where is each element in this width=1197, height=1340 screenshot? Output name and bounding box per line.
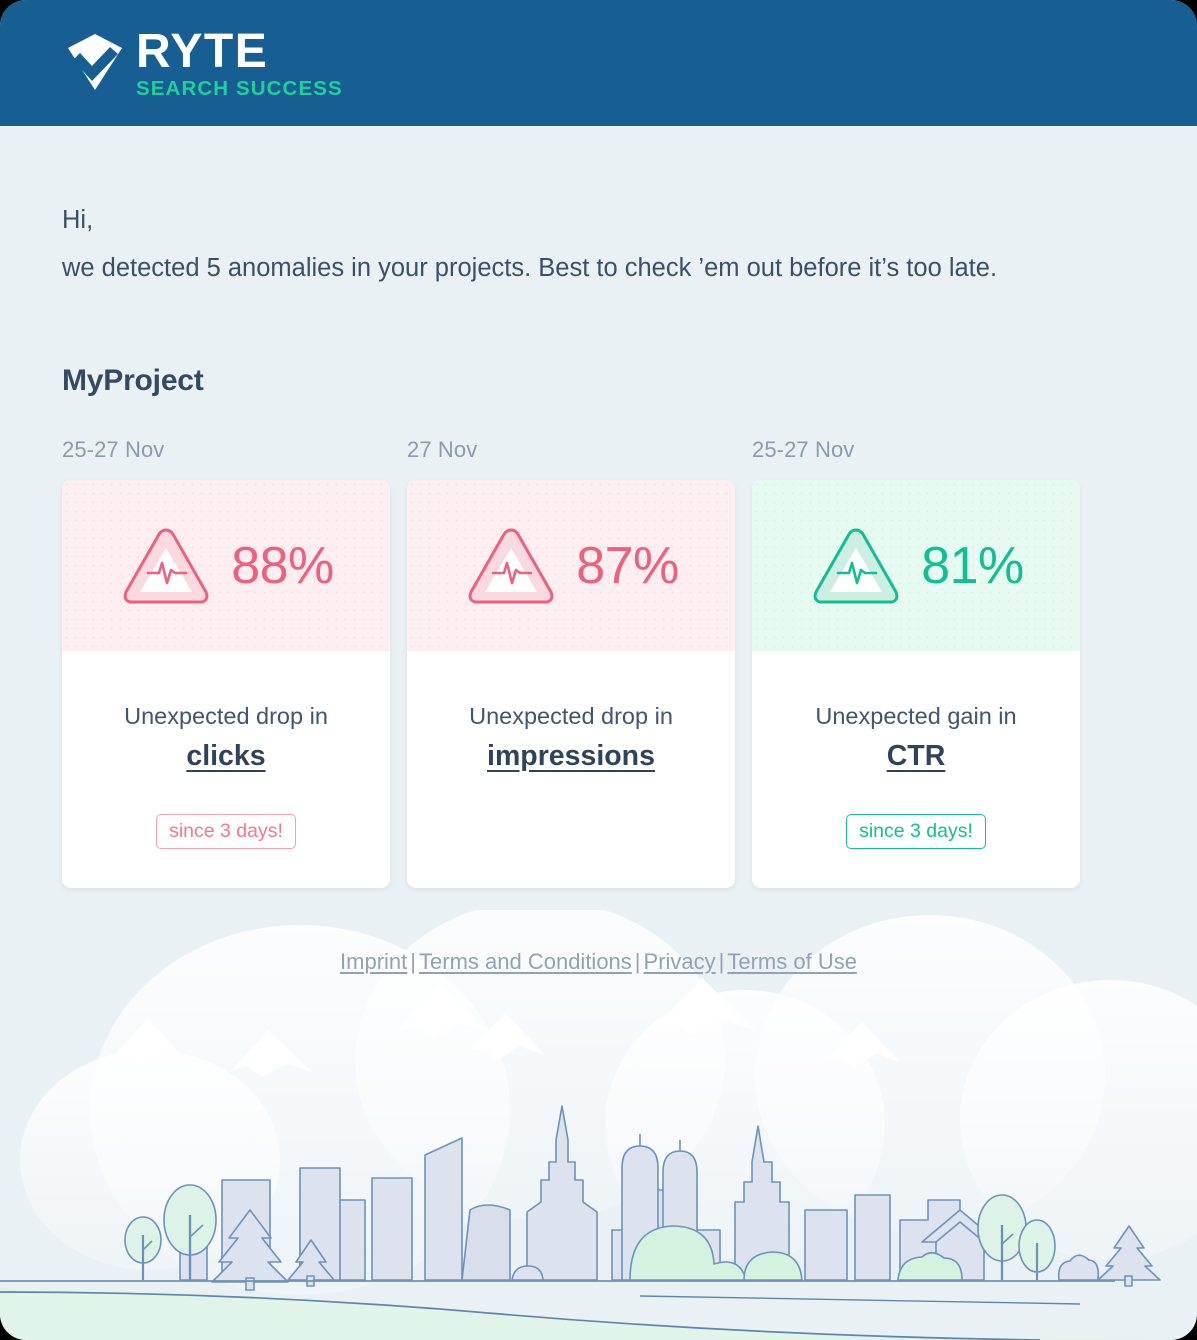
email-header: RYTE SEARCH SUCCESS [0, 0, 1197, 126]
card-content: Unexpected drop in impressions [407, 651, 735, 888]
footer-links: Imprint | Terms and Conditions | Privacy | Ter… [0, 949, 1197, 975]
project-title: MyProject [62, 364, 204, 397]
card-header: 87% [407, 480, 735, 651]
ryte-logo[interactable]: RYTE SEARCH SUCCESS [62, 24, 343, 100]
ground [0, 1280, 1197, 1340]
email-container: RYTE SEARCH SUCCESS Hi, we detected 5 an… [0, 0, 1197, 1340]
card-metric-link[interactable]: clicks [186, 740, 265, 773]
card-date: 27 Nov [407, 437, 478, 462]
warning-triangle-pulse-icon [118, 522, 214, 610]
anomaly-cards: 25-27 Nov 88% Unexpected drop in clicks … [62, 437, 1135, 888]
link-imprint[interactable]: Imprint [340, 949, 407, 974]
logo-tagline: SEARCH SUCCESS [136, 76, 343, 100]
greeting-line-2: we detected 5 anomalies in your projects… [62, 254, 998, 282]
card-description: Unexpected drop in [469, 703, 673, 729]
anomaly-card-ctr: 25-27 Nov 81% Unexpected gain in CTR sin… [752, 437, 1080, 888]
link-separator: | [410, 949, 417, 974]
card-metric-link[interactable]: impressions [487, 740, 655, 773]
anomaly-card-clicks: 25-27 Nov 88% Unexpected drop in clicks … [62, 437, 390, 888]
card[interactable]: 81% Unexpected gain in CTR since 3 days! [752, 480, 1080, 888]
card-header: 88% [62, 480, 390, 651]
status-badge: since 3 days! [846, 814, 986, 849]
card-date: 25-27 Nov [752, 437, 855, 462]
card-metric-link[interactable]: CTR [887, 740, 946, 773]
greeting-line-1: Hi, [62, 206, 94, 234]
logo-wordmark: RYTE [136, 24, 269, 78]
status-badge: since 3 days! [156, 814, 296, 849]
card-description: Unexpected gain in [815, 703, 1017, 729]
warning-triangle-pulse-icon [808, 522, 904, 610]
link-terms-of-use[interactable]: Terms of Use [727, 949, 857, 974]
card-content: Unexpected drop in clicks since 3 days! [62, 651, 390, 888]
warning-triangle-pulse-icon [463, 522, 559, 610]
anomaly-card-impressions: 27 Nov 87% Unexpected drop in impression… [407, 437, 735, 888]
email-body: Hi, we detected 5 anomalies in your proj… [0, 126, 1197, 888]
link-separator: | [634, 949, 641, 974]
card[interactable]: 88% Unexpected drop in clicks since 3 da… [62, 480, 390, 888]
card-date: 25-27 Nov [62, 437, 165, 462]
card[interactable]: 87% Unexpected drop in impressions [407, 480, 735, 888]
link-privacy[interactable]: Privacy [644, 949, 716, 974]
ryte-diamond-check-icon [62, 30, 128, 96]
link-separator: | [718, 949, 725, 974]
card-description: Unexpected drop in [124, 703, 328, 729]
card-percent: 88% [231, 536, 334, 595]
card-header: 81% [752, 480, 1080, 651]
link-terms-and-conditions[interactable]: Terms and Conditions [419, 949, 632, 974]
card-content: Unexpected gain in CTR since 3 days! [752, 651, 1080, 888]
card-percent: 87% [576, 536, 679, 595]
greeting-block: Hi, we detected 5 anomalies in your proj… [62, 126, 1135, 292]
card-percent: 81% [921, 536, 1024, 595]
